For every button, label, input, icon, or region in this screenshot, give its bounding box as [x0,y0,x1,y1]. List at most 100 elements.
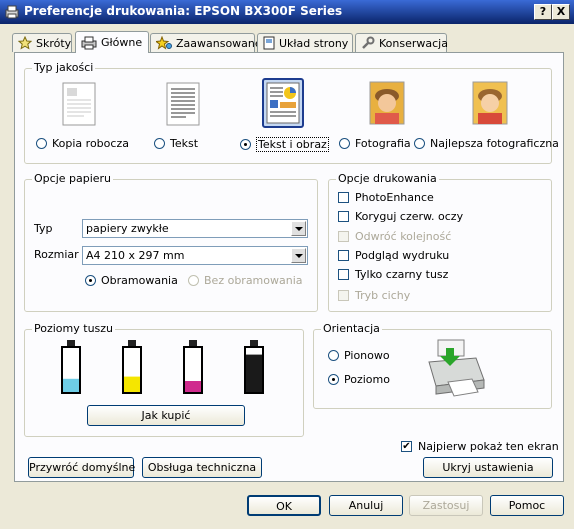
checkbox-label: Odwróć kolejność [355,230,452,243]
printer-icon [81,36,97,49]
draft-document-icon[interactable] [62,82,96,126]
how-to-buy-button[interactable]: Jak kupić [87,405,245,426]
page-layout-icon [263,36,275,50]
ok-button[interactable]: OK [247,495,321,516]
radio-label: Najlepsza fotograficzna [430,137,559,150]
quality-group-title: Typ jakości [32,61,96,74]
cancel-button[interactable]: Anuluj [329,495,403,516]
ink-level-black [246,354,262,392]
landscape-radio[interactable]: Poziomo [328,373,390,386]
help-button[interactable]: Pomoc [490,495,564,516]
window-title: Preferencje drukowania: EPSON BX300F Ser… [24,4,343,18]
ink-cartridges [61,340,264,394]
paper-size-label: Rozmiar [34,248,79,261]
tab-label: Skróty [36,36,72,50]
border-radio[interactable]: Obramowania [85,274,178,287]
sparkle-icon [156,36,172,50]
tab-konserwacja[interactable]: Konserwacja [355,33,448,52]
paper-size-value: A4 210 x 297 mm [86,249,185,262]
radio-dot [154,138,165,149]
paper-size-select[interactable]: A4 210 x 297 mm [82,246,308,265]
restore-defaults-button[interactable]: Przywróć domyślne [28,457,135,478]
close-button[interactable]: X [552,4,570,20]
paper-group-title: Opcje papieru [32,172,114,185]
printer-app-icon [5,5,19,19]
paper-type-value: papiery zwykłe [86,222,169,235]
quality-photo-radio[interactable]: Fotografia [339,137,411,150]
radio-dot [85,275,96,286]
quality-text-image-radio[interactable]: Tekst i obraz [240,137,329,152]
apply-button[interactable]: Zastosuj [409,495,483,516]
radio-label: Fotografia [355,137,411,150]
checkbox-label: Najpierw pokaż ten ekran [418,440,559,453]
tab-label: Konserwacja [379,36,448,50]
ink-level-cyan [63,378,79,392]
checkbox-label: Koryguj czerw. oczy [355,210,464,223]
photoenhance-checkbox[interactable]: PhotoEnhance [338,191,434,204]
tab-label: Układ strony [279,36,349,50]
checkbox-box [338,269,349,280]
checkbox-label: Tylko czarny tusz [355,268,449,281]
tab-skroty[interactable]: Skróty [12,33,72,52]
wrench-icon [362,36,375,49]
show-first-checkbox[interactable]: ✔ Najpierw pokaż ten ekran [401,440,559,453]
paper-type-label: Typ [34,222,53,235]
quality-best-photo-radio[interactable]: Najlepsza fotograficzna [414,137,559,150]
radio-dot [188,275,199,286]
tab-zaawansowane[interactable]: Zaawansowane [150,33,262,52]
checkmark-icon: ✔ [401,441,412,452]
checkbox-box [338,231,349,242]
radio-label: Obramowania [101,274,178,287]
quiet-mode-checkbox[interactable]: Tryb cichy [338,289,410,302]
star-icon [18,36,32,50]
red-eye-checkbox[interactable]: Koryguj czerw. oczy [338,210,463,223]
ink-cartridge-cap-yellow [128,340,136,347]
title-bar: Preferencje drukowania: EPSON BX300F Ser… [0,0,574,24]
ink-level-magenta [185,381,201,392]
ink-cartridge-cap-cyan [67,340,75,347]
checkbox-box [338,250,349,261]
portrait-radio[interactable]: Pionowo [328,349,390,362]
black-ink-only-checkbox[interactable]: Tylko czarny tusz [338,268,448,281]
checkbox-box [338,290,349,301]
borderless-radio[interactable]: Bez obramowania [188,274,303,287]
text-image-document-icon [266,82,300,124]
radio-dot [328,374,339,385]
checkbox-label: PhotoEnhance [355,191,434,204]
checkbox-label: Tryb cichy [355,289,411,302]
photo-child-icon[interactable] [369,81,405,125]
radio-dot [328,350,339,361]
radio-label: Tekst [170,137,199,150]
text-document-icon[interactable] [166,82,200,126]
orientation-title: Orientacja [321,322,382,335]
tab-uklad-strony[interactable]: Układ strony [257,33,353,52]
tab-label: Główne [101,36,143,49]
radio-dot [36,138,47,149]
radio-label: Tekst i obraz [256,137,329,152]
landscape-printer-icon [428,339,485,397]
radio-label: Bez obramowania [204,274,303,287]
hide-settings-button[interactable]: Ukryj ustawienia [423,457,553,478]
radio-dot [240,139,251,150]
checkbox-label: Podgląd wydruku [355,249,450,262]
chevron-down-icon [291,248,306,263]
radio-dot [414,138,425,149]
reverse-order-checkbox[interactable]: Odwróć kolejność [338,230,451,243]
checkbox-box [338,211,349,222]
print-options-title: Opcje drukowania [336,172,439,185]
quality-draft-radio[interactable]: Kopia robocza [36,137,129,150]
ink-cartridge-cap-magenta [189,340,197,347]
tech-support-button[interactable]: Obsługa techniczna [142,457,262,478]
print-preview-checkbox[interactable]: Podgląd wydruku [338,249,449,262]
radio-label: Poziomo [344,373,390,386]
paper-type-select[interactable]: papiery zwykłe [82,219,308,238]
help-title-button[interactable]: ? [534,4,552,20]
tab-label: Zaawansowane [176,36,262,50]
chevron-down-icon [291,221,306,236]
best-photo-child-icon[interactable] [472,81,508,125]
radio-label: Kopia robocza [52,137,129,150]
tab-glowne[interactable]: Główne [75,31,149,53]
radio-label: Pionowo [344,349,390,362]
ink-cartridge-cap-black [250,340,258,347]
quality-text-radio[interactable]: Tekst [154,137,198,150]
